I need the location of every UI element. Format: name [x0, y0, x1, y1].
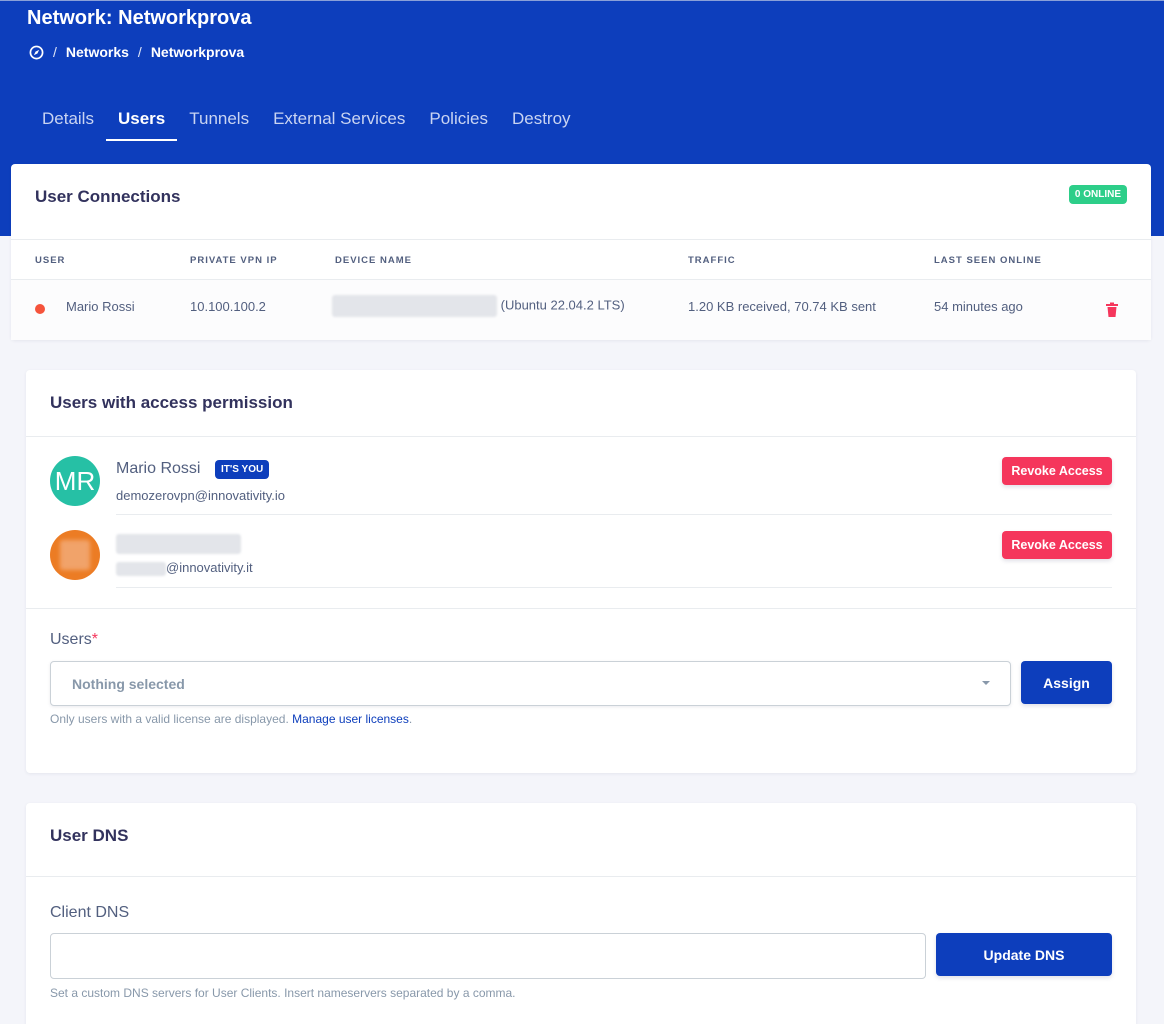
column-header-user: USER — [35, 255, 66, 266]
connection-traffic: 1.20 KB received, 70.74 KB sent — [688, 299, 876, 314]
column-header-device: DEVICE NAME — [335, 255, 412, 266]
update-dns-button[interactable]: Update DNS — [936, 933, 1112, 976]
client-dns-input[interactable] — [50, 933, 926, 979]
tab-external-services[interactable]: External Services — [261, 99, 417, 141]
redacted-user-name — [116, 534, 241, 554]
user-connections-title: User Connections — [35, 187, 181, 206]
help-text-body: Only users with a valid license are disp… — [50, 712, 289, 726]
tab-users[interactable]: Users — [105, 99, 178, 141]
breadcrumb-networks[interactable]: Networks — [66, 44, 129, 60]
user-connections-card: User Connections 0 ONLINE USER PRIVATE V… — [11, 164, 1151, 340]
tab-tunnels[interactable]: Tunnels — [177, 99, 261, 141]
user-email: demozerovpn@innovativity.io — [116, 488, 286, 503]
users-help-text: Only users with a valid license are disp… — [50, 712, 412, 726]
divider — [26, 436, 1136, 437]
redacted-avatar — [60, 540, 90, 570]
compass-icon[interactable] — [29, 45, 44, 60]
avatar — [50, 530, 100, 580]
divider — [116, 587, 1112, 588]
tab-policies[interactable]: Policies — [417, 99, 500, 141]
user-name — [116, 534, 241, 554]
tab-details[interactable]: Details — [30, 99, 106, 141]
users-select-value: Nothing selected — [72, 676, 185, 692]
connections-table-header: USER PRIVATE VPN IP DEVICE NAME TRAFFIC … — [11, 239, 1151, 280]
breadcrumb-separator: / — [53, 44, 57, 60]
user-dns-title: User DNS — [50, 826, 129, 845]
its-you-badge: IT'S YOU — [215, 460, 270, 479]
divider — [26, 876, 1136, 877]
device-os: (Ubuntu 22.04.2 LTS) — [500, 297, 625, 313]
users-field-label: Users* — [50, 631, 98, 649]
access-permission-card: Users with access permission MR Mario Ro… — [26, 370, 1136, 773]
redacted-email-local — [116, 561, 166, 576]
column-header-last-seen: LAST SEEN ONLINE — [934, 255, 1042, 266]
column-header-ip: PRIVATE VPN IP — [190, 255, 278, 266]
avatar: MR — [50, 456, 100, 506]
online-count-badge: 0 ONLINE — [1068, 185, 1127, 204]
chevron-down-icon — [982, 681, 990, 685]
users-select[interactable]: Nothing selected — [50, 661, 1011, 706]
column-header-traffic: TRAFFIC — [688, 255, 736, 266]
assign-button[interactable]: Assign — [1021, 661, 1112, 704]
redacted-device-name — [332, 295, 497, 317]
manage-licenses-link[interactable]: Manage user licenses — [292, 712, 409, 726]
table-row: Mario Rossi 10.100.100.2 (Ubuntu 22.04.2… — [11, 280, 1151, 340]
status-dot — [35, 304, 45, 314]
help-text-end: . — [408, 712, 413, 726]
user-name: Mario Rossi — [116, 460, 201, 477]
user-email: @innovativity.it — [116, 560, 253, 576]
revoke-access-button[interactable]: Revoke Access — [1002, 531, 1112, 559]
divider — [116, 514, 1112, 515]
tab-destroy[interactable]: Destroy — [500, 99, 583, 141]
breadcrumb-current: Networkprova — [150, 44, 245, 60]
connection-last-seen: 54 minutes ago — [934, 299, 1023, 314]
trash-icon[interactable] — [1105, 302, 1119, 318]
user-dns-card: User DNS Client DNS Update DNS Set a cus… — [26, 803, 1136, 1024]
client-dns-label: Client DNS — [50, 904, 130, 921]
tab-bar: Details Users Tunnels External Services … — [30, 99, 583, 141]
connection-ip: 10.100.100.2 — [190, 299, 266, 314]
dns-help-text: Set a custom DNS servers for User Client… — [50, 986, 516, 1000]
email-domain: @innovativity.it — [166, 560, 253, 575]
divider — [26, 608, 1136, 609]
revoke-access-button[interactable]: Revoke Access — [1002, 457, 1112, 485]
required-mark: * — [91, 631, 99, 648]
breadcrumb-separator: / — [137, 44, 142, 60]
users-label-text: Users — [50, 631, 92, 648]
page-title: Network: Networkprova — [27, 7, 252, 29]
connection-user: Mario Rossi — [66, 299, 135, 314]
access-permission-title: Users with access permission — [50, 393, 293, 412]
breadcrumb: / Networks / Networkprova — [29, 44, 244, 60]
connection-device: (Ubuntu 22.04.2 LTS) — [332, 295, 625, 317]
